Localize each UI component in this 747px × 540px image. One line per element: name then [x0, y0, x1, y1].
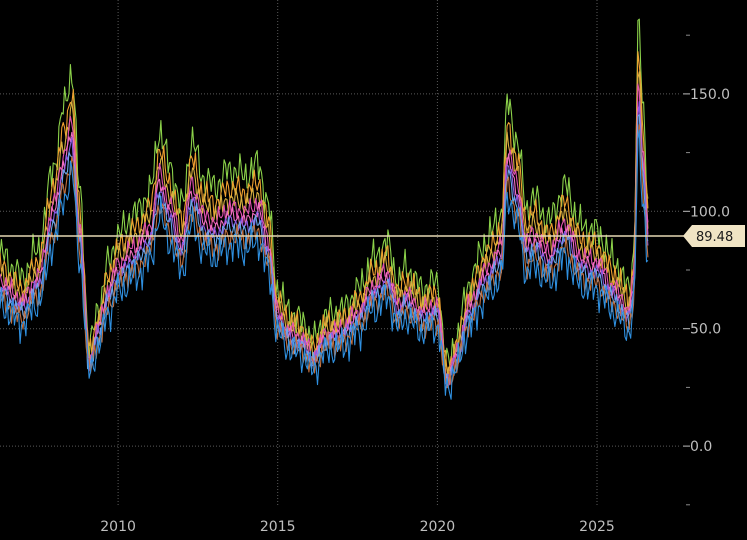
y-tick-label: 100.0 [690, 204, 730, 220]
current-price-value: 89.48 [696, 230, 733, 245]
current-price-tag: 89.48 [683, 225, 745, 247]
x-tick-label: 2025 [579, 519, 615, 535]
x-tick-label: 2010 [100, 519, 136, 535]
x-tick-label: 2020 [420, 519, 456, 535]
price-chart[interactable]: 150.0 100.0 50.0 0.0 2010 2015 2020 2025 89.48 [0, 0, 747, 540]
y-tick-label: 50.0 [690, 322, 721, 338]
y-tick-label: 150.0 [690, 87, 730, 103]
y-tick-label: 0.0 [690, 439, 712, 455]
x-tick-label: 2015 [260, 519, 296, 535]
